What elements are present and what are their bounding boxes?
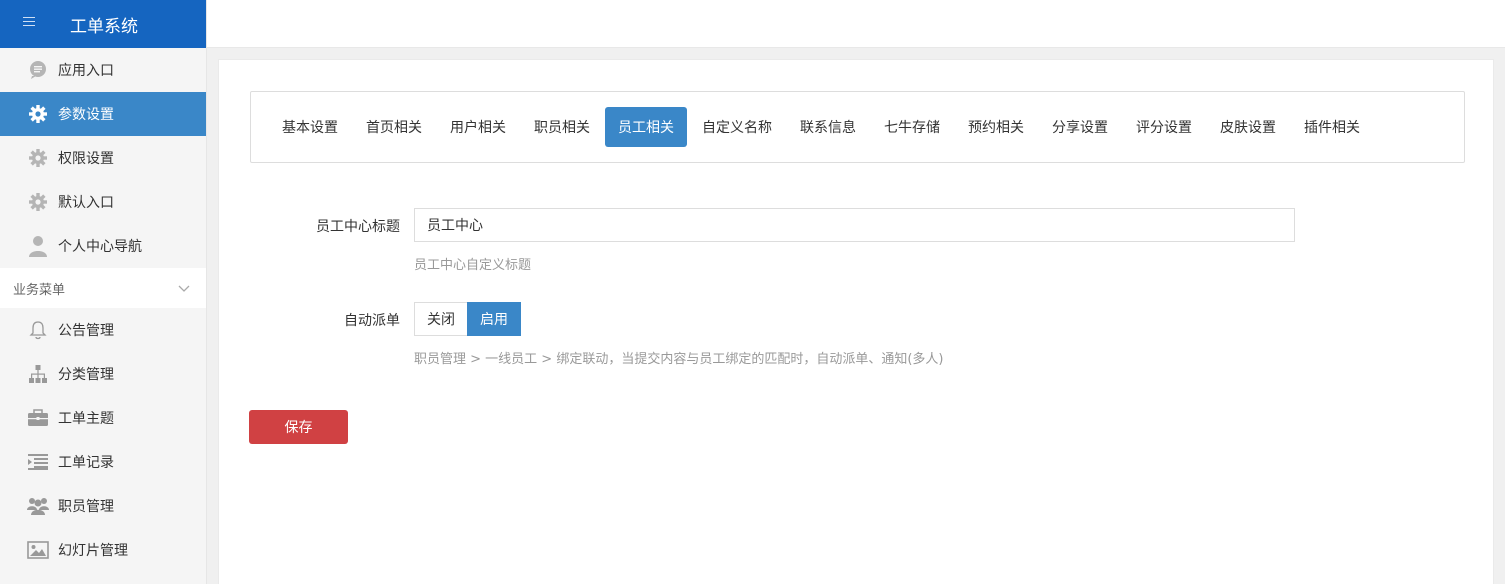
list-indent-icon xyxy=(27,451,49,473)
sidebar-item-staff[interactable]: 职员管理 xyxy=(0,484,206,528)
tab-qiniu-storage[interactable]: 七牛存储 xyxy=(871,107,953,147)
tab-share[interactable]: 分享设置 xyxy=(1039,107,1121,147)
chat-bubble-icon xyxy=(27,59,49,81)
sidebar-item-profile-nav[interactable]: 个人中心导航 xyxy=(0,224,206,268)
sidebar-item-params[interactable]: 参数设置 xyxy=(0,92,206,136)
tab-contact[interactable]: 联系信息 xyxy=(787,107,869,147)
auto-dispatch-help: 职员管理 > 一线员工 > 绑定联动，当提交内容与员工绑定的匹配时，自动派单、通… xyxy=(414,352,944,367)
sidebar-item-announcements[interactable]: 公告管理 xyxy=(0,308,206,352)
sidebar-item-ticket-topics[interactable]: 工单主题 xyxy=(0,396,206,440)
gear-icon xyxy=(27,147,49,169)
user-icon xyxy=(27,235,49,257)
sidebar-item-label: 幻灯片管理 xyxy=(58,543,128,559)
sidebar-item-label: 分类管理 xyxy=(58,367,114,383)
sidebar-item-label: 个人中心导航 xyxy=(58,239,142,255)
auto-dispatch-off-option[interactable]: 关闭 xyxy=(415,303,467,335)
employee-center-title-label: 员工中心标题 xyxy=(316,219,400,235)
sidebar-item-label: 参数设置 xyxy=(58,107,114,123)
settings-panel: 基本设置 首页相关 用户相关 职员相关 员工相关 自定义名称 联系信息 七牛存储… xyxy=(218,59,1494,584)
sidebar-item-default-entry[interactable]: 默认入口 xyxy=(0,180,206,224)
sidebar-item-permissions[interactable]: 权限设置 xyxy=(0,136,206,180)
sidebar-item-label: 公告管理 xyxy=(58,323,114,339)
brand-bar: 工单系统 xyxy=(0,0,206,48)
sidebar: 工单系统 应用入口 参数设置 权限设置 默认入口 个人中心导航 业务菜单 公告管… xyxy=(0,0,207,584)
sitemap-icon xyxy=(27,363,49,385)
save-button[interactable]: 保存 xyxy=(249,410,348,444)
settings-tabs: 基本设置 首页相关 用户相关 职员相关 员工相关 自定义名称 联系信息 七牛存储… xyxy=(250,91,1465,163)
sidebar-item-ticket-records[interactable]: 工单记录 xyxy=(0,440,206,484)
tab-employee[interactable]: 员工相关 xyxy=(605,107,687,147)
employee-center-title-input[interactable]: 员工中心 xyxy=(414,208,1295,242)
section-label: 业务菜单 xyxy=(13,282,66,298)
sidebar-item-label: 工单记录 xyxy=(58,455,114,471)
chevron-down-icon xyxy=(178,282,190,297)
gear-icon xyxy=(27,103,49,125)
tab-skin[interactable]: 皮肤设置 xyxy=(1207,107,1289,147)
app-title: 工单系统 xyxy=(70,17,138,37)
sidebar-item-label: 应用入口 xyxy=(58,63,114,79)
gear-icon xyxy=(27,191,49,213)
bell-icon xyxy=(27,319,49,341)
menu-toggle-icon[interactable] xyxy=(23,17,35,29)
tab-custom-names[interactable]: 自定义名称 xyxy=(689,107,785,147)
tab-staff[interactable]: 职员相关 xyxy=(521,107,603,147)
sidebar-item-label: 权限设置 xyxy=(58,151,114,167)
briefcase-icon xyxy=(27,407,49,429)
sidebar-item-app-entry[interactable]: 应用入口 xyxy=(0,48,206,92)
tab-booking[interactable]: 预约相关 xyxy=(955,107,1037,147)
tab-basic[interactable]: 基本设置 xyxy=(269,107,351,147)
sidebar-item-slides[interactable]: 幻灯片管理 xyxy=(0,528,206,572)
auto-dispatch-label: 自动派单 xyxy=(344,313,400,329)
sidebar-item-label: 职员管理 xyxy=(58,499,114,515)
employee-center-title-help: 员工中心自定义标题 xyxy=(414,258,532,273)
tab-home[interactable]: 首页相关 xyxy=(353,107,435,147)
tab-rating[interactable]: 评分设置 xyxy=(1123,107,1205,147)
sidebar-item-categories[interactable]: 分类管理 xyxy=(0,352,206,396)
tab-users[interactable]: 用户相关 xyxy=(437,107,519,147)
image-icon xyxy=(27,539,49,561)
sidebar-item-label: 默认入口 xyxy=(58,195,114,211)
auto-dispatch-on-option[interactable]: 启用 xyxy=(467,302,521,336)
sidebar-section-business[interactable]: 业务菜单 xyxy=(0,268,206,308)
users-icon xyxy=(27,495,49,517)
auto-dispatch-toggle: 关闭 启用 xyxy=(414,302,521,336)
tab-plugins[interactable]: 插件相关 xyxy=(1291,107,1373,147)
sidebar-item-label: 工单主题 xyxy=(58,411,114,427)
top-bar xyxy=(207,0,1505,48)
